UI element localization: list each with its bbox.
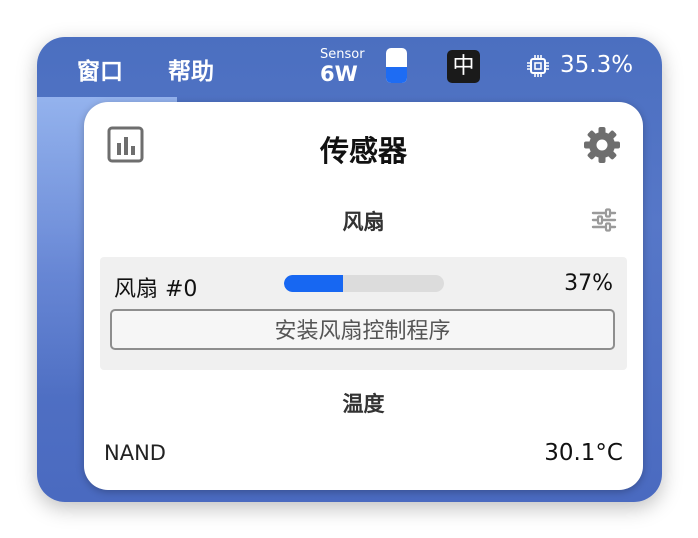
sensor-label: Sensor — [320, 47, 365, 62]
input-method-indicator[interactable]: 中 — [447, 50, 480, 83]
sensors-popover: 传感器 风扇 风扇 #0 37% 安装风扇控制程序 温度 NAND 30.1°C — [84, 102, 643, 490]
menu-bar: 窗口 帮助 Sensor 6W 中 35.3% — [37, 37, 662, 97]
sensor-power-value: 6W — [320, 62, 358, 86]
temperature-sensor-value: 30.1°C — [544, 440, 623, 466]
menu-help[interactable]: 帮助 — [168, 52, 214, 86]
sliders-icon[interactable] — [591, 207, 617, 233]
fan-section-title: 风扇 — [342, 210, 385, 234]
panel-title: 传感器 — [319, 134, 407, 168]
fan-name: 风扇 #0 — [114, 277, 198, 302]
cpu-chip-icon — [527, 55, 549, 77]
battery-icon[interactable] — [386, 48, 407, 83]
fan-speed-fill — [284, 275, 344, 292]
gear-icon[interactable] — [582, 125, 622, 165]
temperature-section-title: 温度 — [342, 392, 385, 416]
install-fan-control-button[interactable]: 安装风扇控制程序 — [110, 309, 615, 350]
sensor-power-status[interactable]: Sensor 6W — [320, 48, 380, 88]
cpu-usage-text[interactable]: 35.3% — [560, 52, 633, 78]
battery-level-fill — [386, 67, 407, 83]
window-frame: 窗口 帮助 Sensor 6W 中 35.3% 传感器 风扇 风扇 #0 37%… — [37, 37, 662, 502]
fan-card: 风扇 #0 37% 安装风扇控制程序 — [100, 257, 627, 370]
fan-speed-bar — [284, 275, 444, 292]
menu-window[interactable]: 窗口 — [77, 52, 123, 86]
fan-speed-percent: 37% — [564, 271, 613, 296]
temperature-sensor-name: NAND — [104, 441, 166, 465]
